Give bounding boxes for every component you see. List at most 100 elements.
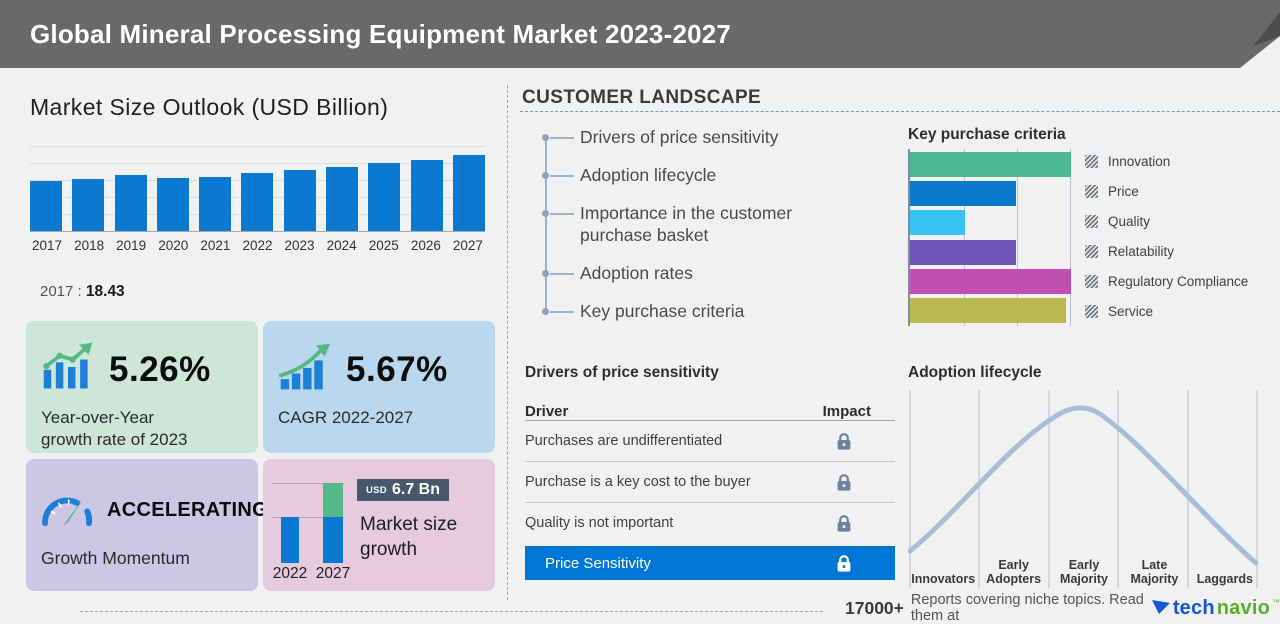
- trademark-mark: ™: [1272, 598, 1280, 607]
- driver-label: Purchases are undifferentiated: [525, 433, 722, 449]
- market-size-bar: [284, 170, 316, 231]
- year-label: 2020: [156, 238, 190, 253]
- cagr-label: CAGR 2022-2027: [278, 407, 495, 429]
- market-size-chart: [30, 146, 485, 232]
- stage-label: Late Majority: [1119, 558, 1189, 586]
- year-label: 2017: [30, 238, 64, 253]
- growth-bar-2027-growth-segment: [323, 483, 343, 517]
- market-size-bar: [157, 178, 189, 231]
- year-label: 2018: [72, 238, 106, 253]
- legend-item: Relatability: [1085, 245, 1248, 258]
- panel-divider: [507, 85, 508, 600]
- speedometer-icon: [40, 487, 94, 534]
- year-label: 2023: [283, 238, 317, 253]
- highlight-label: Price Sensitivity: [545, 555, 651, 572]
- year-label: 2022: [240, 238, 274, 253]
- lock-icon: [836, 473, 852, 492]
- market-size-bars: [30, 146, 485, 231]
- market-size-bar: [368, 163, 400, 231]
- year-label: 2027: [310, 565, 356, 583]
- market-size-bar: [72, 179, 104, 231]
- footer-text: Reports covering niche topics. Read them…: [911, 592, 1144, 624]
- year-label: 2027: [451, 238, 485, 253]
- driver-row: Quality is not important: [525, 503, 895, 543]
- base-year-separator: :: [78, 283, 82, 300]
- table-header: Driver Impact: [525, 396, 895, 421]
- bell-curve: [910, 408, 1256, 563]
- yoy-label-line1: Year-over-Year: [41, 407, 258, 429]
- column-impact: Impact: [823, 403, 895, 420]
- landscape-item: Drivers of price sensitivity: [522, 126, 867, 148]
- kpc-bar-relatability: [910, 240, 1016, 265]
- growth-momentum-card: ACCELERATING Growth Momentum: [26, 459, 258, 591]
- landscape-item: Importance in the customer purchase bask…: [522, 202, 867, 246]
- brand-navio: navio: [1217, 597, 1270, 620]
- lock-icon: [836, 514, 852, 533]
- kpc-bar-service: [910, 298, 1066, 323]
- legend-item: Service: [1085, 305, 1248, 318]
- customer-landscape-list: Drivers of price sensitivity Adoption lif…: [522, 126, 867, 338]
- market-size-bar: [411, 160, 443, 232]
- legend-label: Relatability: [1108, 244, 1174, 259]
- market-size-bar: [241, 173, 273, 231]
- adoption-stage-labels: InnovatorsEarly AdoptersEarly MajorityLa…: [908, 544, 1260, 586]
- technavio-logo[interactable]: technavio ™: [1151, 596, 1280, 621]
- bar-chart-trend-up-icon: [40, 341, 96, 398]
- yoy-label-line2: growth rate of 2023: [41, 429, 258, 451]
- legend-hatch-swatch: [1085, 245, 1098, 258]
- legend-hatch-swatch: [1085, 305, 1098, 318]
- legend-hatch-swatch: [1085, 275, 1098, 288]
- growth-bar-2027-base-segment: [323, 517, 343, 563]
- column-driver: Driver: [525, 403, 568, 420]
- growth-bar-2022: [281, 517, 299, 563]
- customer-landscape-title: CUSTOMER LANDSCAPE: [522, 87, 761, 109]
- adoption-lifecycle-title: Adoption lifecycle: [908, 364, 1042, 382]
- price-sensitivity-title: Drivers of price sensitivity: [525, 364, 719, 382]
- kpc-bar-regulatory-compliance: [910, 269, 1071, 294]
- infographic-canvas: Global Mineral Processing Equipment Mark…: [0, 0, 1280, 624]
- key-purchase-criteria-title: Key purchase criteria: [908, 126, 1066, 144]
- year-label: 2022: [267, 565, 313, 583]
- legend-hatch-swatch: [1085, 155, 1098, 168]
- kpc-bar-innovation: [910, 152, 1071, 177]
- legend-label: Service: [1108, 304, 1153, 319]
- base-year-value: 18.43: [86, 283, 125, 300]
- brand-tech: tech: [1173, 597, 1215, 620]
- market-size-title: Market Size Outlook (USD Billion): [30, 94, 388, 121]
- growth-card-label: Market size growth: [360, 512, 475, 562]
- landscape-item: Key purchase criteria: [522, 300, 867, 322]
- market-size-bar: [115, 175, 147, 231]
- dashed-underline: [520, 111, 1280, 112]
- yoy-growth-card: 5.26% Year-over-Year growth rate of 2023: [26, 321, 258, 453]
- market-size-years: 2017201820192020202120222023202420252026…: [30, 238, 485, 253]
- cagr-card: 5.67% CAGR 2022-2027: [263, 321, 495, 453]
- legend-item: Price: [1085, 185, 1248, 198]
- cagr-value: 5.67%: [346, 350, 448, 390]
- technavio-arrow-icon: [1151, 596, 1171, 621]
- base-year-label: 2017: [40, 283, 73, 300]
- price-sensitivity-table: Driver Impact Purchases are undifferenti…: [525, 396, 895, 580]
- driver-row: Purchase is a key cost to the buyer: [525, 462, 895, 503]
- momentum-label: Growth Momentum: [41, 547, 258, 569]
- year-label: 2024: [325, 238, 359, 253]
- ascending-bars-arrow-icon: [277, 341, 333, 398]
- momentum-value: ACCELERATING: [107, 499, 268, 522]
- yoy-value: 5.26%: [109, 350, 211, 390]
- legend-item: Quality: [1085, 215, 1248, 228]
- driver-row: Purchases are undifferentiated: [525, 421, 895, 462]
- legend-label: Regulatory Compliance: [1108, 274, 1248, 289]
- landscape-item: Adoption lifecycle: [522, 164, 867, 186]
- stage-label: Early Adopters: [978, 558, 1048, 586]
- drivers-rows: Purchases are undifferentiated Purchase …: [525, 421, 895, 543]
- market-size-bar: [453, 155, 485, 231]
- kpc-legend: InnovationPriceQualityRelatabilityRegula…: [1085, 155, 1248, 318]
- legend-label: Price: [1108, 184, 1139, 199]
- badge-value: 6.7 Bn: [392, 481, 440, 499]
- usd-value-badge: USD 6.7 Bn: [357, 479, 449, 501]
- price-sensitivity-highlight-row: Price Sensitivity: [525, 546, 895, 580]
- year-label: 2019: [114, 238, 148, 253]
- driver-label: Purchase is a key cost to the buyer: [525, 474, 751, 490]
- kpc-bars: [910, 149, 1071, 326]
- kpc-bar-quality: [910, 210, 965, 235]
- landscape-item: Adoption rates: [522, 262, 867, 284]
